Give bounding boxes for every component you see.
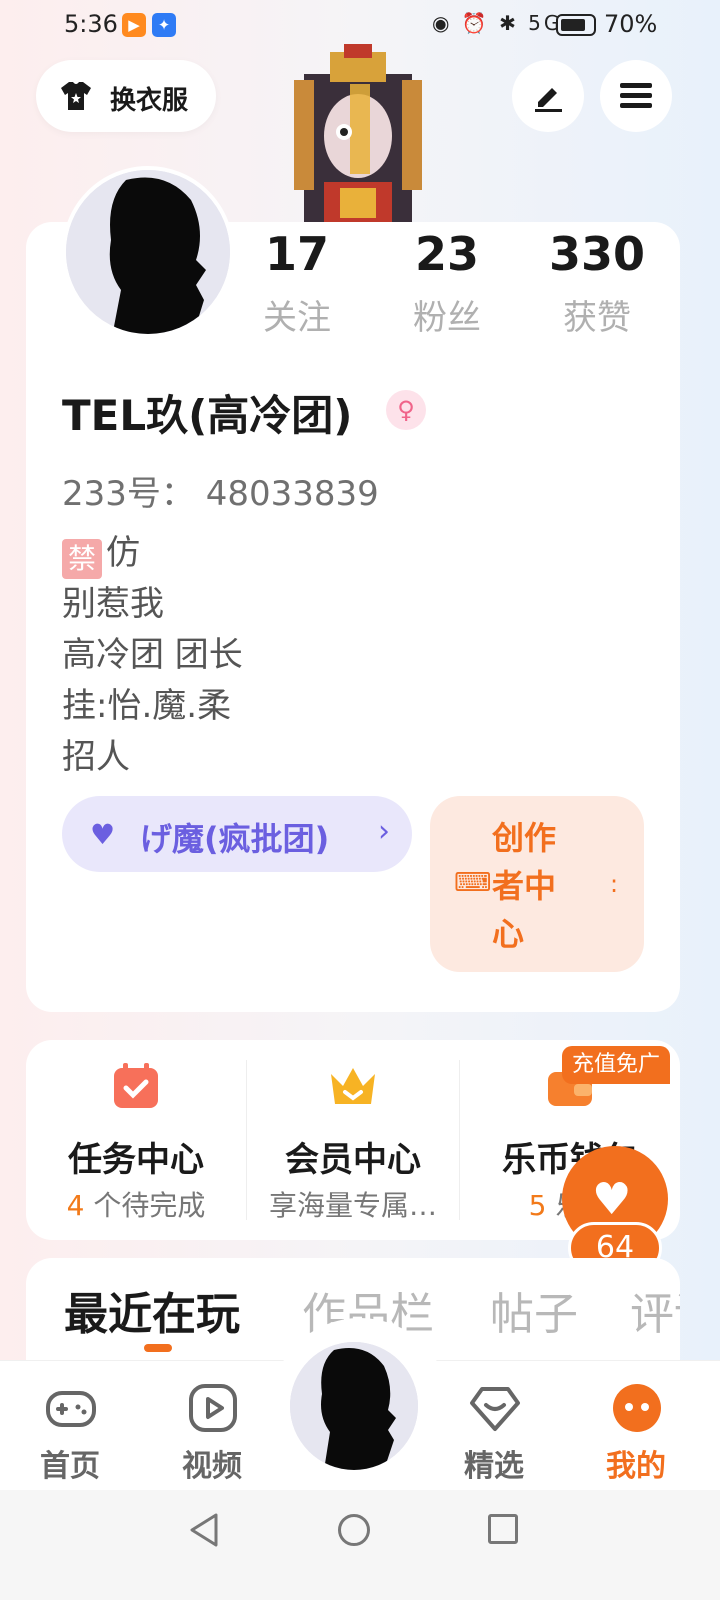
creator-center-button[interactable]: ⌨ 创作者中心 : xyxy=(430,796,644,972)
nav-mine[interactable]: 我的 xyxy=(576,1361,696,1491)
stat-followers-value: 23 xyxy=(414,227,479,281)
battery-icon xyxy=(556,14,596,36)
battery-percent: 70% xyxy=(604,10,658,38)
heart-gem-icon xyxy=(470,1387,520,1431)
nav-home[interactable]: 首页 xyxy=(10,1361,130,1491)
bio-line: 招人 xyxy=(62,737,130,777)
profile-avatar[interactable] xyxy=(62,166,234,338)
center-avatar-button[interactable] xyxy=(290,1342,418,1470)
bio: 禁仿 别惹我 高冷团 团长 挂:怡.魔.柔 招人 xyxy=(62,528,243,783)
task-center-sub: 4 个待完成 xyxy=(26,1184,246,1224)
gamepad-icon: ⌨ xyxy=(454,868,492,898)
group-name: げ魔(疯批团) xyxy=(140,820,330,858)
nav-video[interactable]: 视频 xyxy=(152,1361,272,1491)
stat-following[interactable]: 17 关注 xyxy=(222,226,372,339)
bio-line: 别惹我 xyxy=(62,584,164,624)
coin-count: 5 xyxy=(528,1189,547,1222)
bio-line: 禁仿 xyxy=(62,528,243,579)
tab-posts[interactable]: 帖子 xyxy=(490,1278,578,1342)
ban-emoji-icon: 禁 xyxy=(62,539,102,579)
promo-tag[interactable]: 充值免广 xyxy=(562,1046,670,1084)
username: TEL玖(高冷团) xyxy=(62,391,353,440)
silhouette-image xyxy=(290,1342,418,1470)
stat-likes[interactable]: 330 获赞 xyxy=(522,226,672,339)
stat-following-value: 17 xyxy=(264,227,329,281)
edit-profile-button[interactable] xyxy=(512,60,584,132)
recent-apps-icon[interactable] xyxy=(488,1514,518,1544)
face-icon xyxy=(613,1384,661,1432)
nav-featured[interactable]: 精选 xyxy=(434,1361,554,1491)
tab-comments[interactable]: 评论 xyxy=(630,1278,680,1342)
silhouette-image xyxy=(66,170,230,334)
stat-followers-label: 粉丝 xyxy=(413,298,481,338)
group-chip[interactable]: ♥ げ魔(疯批团) › xyxy=(62,796,412,872)
change-outfit-button[interactable]: 换衣服 xyxy=(36,60,216,132)
play-app-icon: ▶ xyxy=(122,13,146,37)
chevron-right-icon: › xyxy=(378,814,390,849)
back-icon[interactable] xyxy=(188,1512,220,1548)
change-outfit-label: 换衣服 xyxy=(110,86,189,116)
bio-line: 挂:怡.魔.柔 xyxy=(62,686,232,726)
heart-icon: ♥ xyxy=(90,818,116,851)
task-center-sub-text: 个待完成 xyxy=(84,1189,206,1222)
profile-stats: 17 关注 23 粉丝 330 获赞 xyxy=(222,226,672,346)
home-icon[interactable] xyxy=(338,1514,370,1546)
hamburger-icon xyxy=(620,83,652,108)
character-avatar-figure[interactable] xyxy=(290,44,426,224)
tab-indicator xyxy=(144,1344,172,1352)
creator-center-label: 创作者中心 xyxy=(492,819,557,953)
stat-likes-value: 330 xyxy=(548,227,646,281)
stat-following-label: 关注 xyxy=(263,298,331,338)
status-icons: ◉ ⏰ ✱ 5G xyxy=(432,11,563,35)
member-center-title: 会员中心 xyxy=(285,1140,421,1180)
nav-video-label: 视频 xyxy=(182,1449,242,1484)
task-center[interactable]: 任务中心 4 个待完成 xyxy=(26,1040,246,1240)
calendar-check-icon xyxy=(114,1063,158,1108)
female-icon: ♀ xyxy=(386,390,426,430)
member-center[interactable]: 会员中心 享海量专属… xyxy=(247,1040,459,1240)
lightbulb-app-icon: ✦ xyxy=(152,13,176,37)
stat-followers[interactable]: 23 粉丝 xyxy=(372,226,522,339)
bio-line-text: 仿 xyxy=(106,533,140,573)
more-dots-icon: : xyxy=(610,870,619,898)
video-icon xyxy=(189,1384,237,1432)
bio-line: 高冷团 团长 xyxy=(62,635,243,675)
crown-icon xyxy=(331,1068,375,1104)
nav-home-label: 首页 xyxy=(40,1449,100,1484)
tab-recently-played[interactable]: 最近在玩 xyxy=(64,1278,240,1342)
task-count: 4 xyxy=(66,1189,85,1222)
stat-likes-label: 获赞 xyxy=(563,298,631,338)
menu-button[interactable] xyxy=(600,60,672,132)
status-time: 5:36 xyxy=(64,10,118,38)
heart-icon: ♥ xyxy=(592,1174,632,1225)
pencil-icon xyxy=(535,88,562,112)
system-nav-bar xyxy=(0,1490,720,1600)
user-id[interactable]: 233号： 48033839 xyxy=(62,466,379,515)
nav-featured-label: 精选 xyxy=(464,1449,524,1484)
nav-mine-label: 我的 xyxy=(606,1449,666,1484)
gamepad-icon xyxy=(46,1391,96,1427)
member-center-sub: 享海量专属… xyxy=(268,1189,437,1222)
tshirt-icon xyxy=(61,82,91,110)
task-center-title: 任务中心 xyxy=(68,1140,204,1180)
